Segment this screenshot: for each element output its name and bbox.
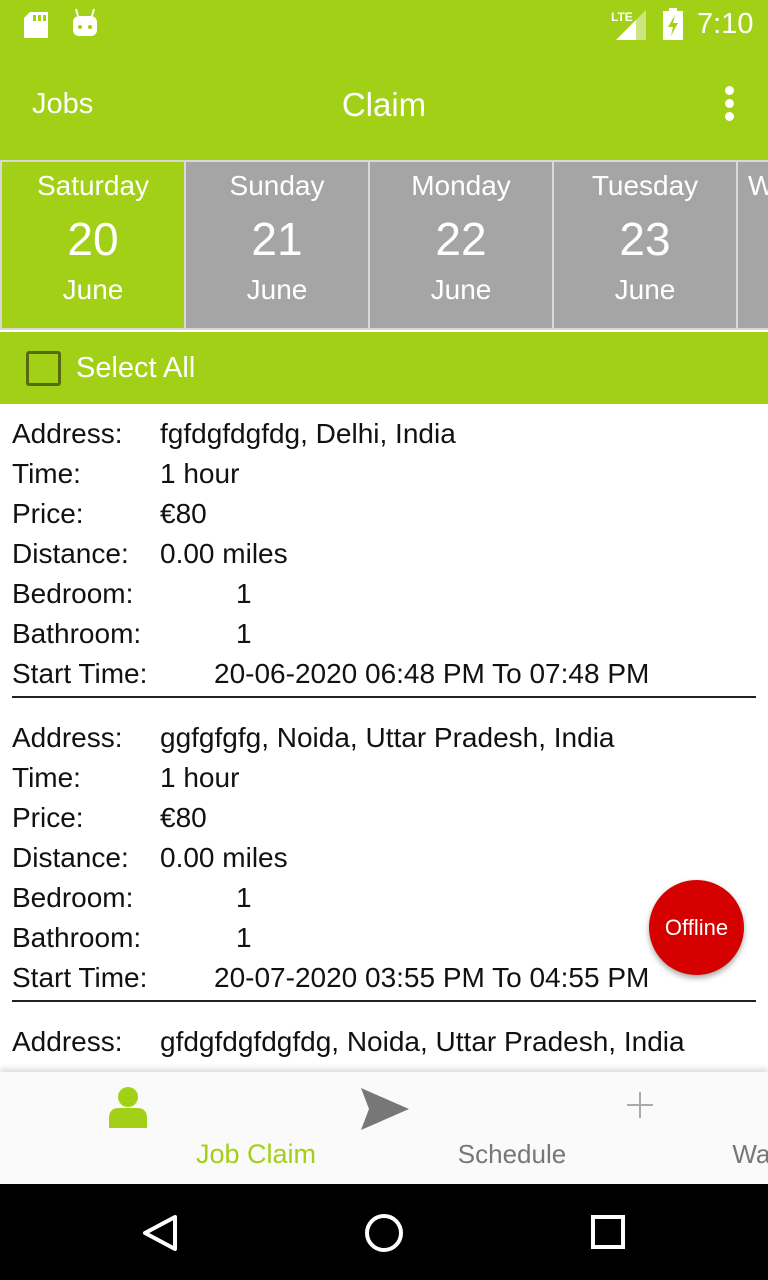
- clock: 7:10: [697, 8, 754, 40]
- label: Price:: [12, 498, 84, 529]
- start-time-value: 20-07-2020 03:55 PM To 04:55 PM: [214, 962, 650, 993]
- day-tab-saturday[interactable]: Saturday 20 June: [2, 162, 184, 328]
- price-value: €80: [160, 802, 207, 833]
- bedroom-value: 1: [236, 578, 252, 609]
- android-icon: [73, 8, 97, 36]
- bedroom-value: 1: [236, 882, 252, 913]
- job-card[interactable]: Address: gfdgfdgfdgfdg, Noida, Uttar Prad…: [12, 1012, 756, 1064]
- bottom-navigation: Job Claim Schedule Wallet: [0, 1072, 768, 1184]
- label: Bedroom:: [12, 882, 134, 913]
- day-tab-tuesday[interactable]: Tuesday 23 June: [554, 162, 736, 328]
- select-all-checkbox[interactable]: [26, 351, 61, 386]
- page-title: Claim: [341, 86, 427, 123]
- day-name: Saturday: [36, 170, 150, 201]
- jobs-button[interactable]: Jobs: [32, 88, 93, 121]
- day-date: 20: [67, 213, 119, 265]
- label: Time:: [12, 762, 81, 793]
- time-value: 1 hour: [160, 762, 240, 793]
- select-all-label: Select All: [76, 352, 196, 384]
- day-name: Monday: [411, 170, 511, 201]
- label: Price:: [12, 802, 84, 833]
- address-value: ggfgfgfg, Noida, Uttar Pradesh, India: [160, 722, 615, 753]
- signal-icon: [616, 10, 646, 40]
- day-tab-wednesday[interactable]: W: [738, 162, 768, 328]
- label: Distance:: [12, 538, 129, 569]
- recents-icon[interactable]: [591, 1215, 625, 1249]
- more-vert-icon[interactable]: [722, 86, 736, 126]
- distance-value: 0.00 miles: [160, 538, 288, 569]
- plus-icon: [627, 1092, 653, 1118]
- nav-schedule[interactable]: Schedule: [256, 1072, 566, 1184]
- day-month: June: [430, 274, 492, 305]
- day-name: Sunday: [229, 170, 325, 201]
- label: Bathroom:: [12, 618, 142, 649]
- home-icon[interactable]: [364, 1213, 404, 1253]
- job-card[interactable]: Address: ggfgfgfg, Noida, Uttar Pradesh, …: [12, 708, 756, 1002]
- label: Address:: [12, 1026, 123, 1057]
- nav-wallet[interactable]: Wallet: [512, 1072, 768, 1184]
- day-date: 21: [251, 213, 303, 265]
- day-name: W: [748, 170, 768, 201]
- system-navigation-bar: [0, 1184, 768, 1280]
- day-tabs[interactable]: Saturday 20 June Sunday 21 June Monday 22 June…: [0, 160, 768, 330]
- bathroom-value: 1: [236, 618, 252, 649]
- day-name: Tuesday: [591, 170, 699, 201]
- nav-job-claim[interactable]: Job Claim: [0, 1072, 316, 1184]
- address-value: fgfdgfdgfdg, Delhi, India: [160, 418, 456, 449]
- time-value: 1 hour: [160, 458, 240, 489]
- label: Start Time:: [12, 658, 148, 689]
- day-date: 22: [435, 213, 487, 265]
- day-tab-monday[interactable]: Monday 22 June: [370, 162, 552, 328]
- day-month: June: [614, 274, 676, 305]
- label: Address:: [12, 418, 123, 449]
- label: Bathroom:: [12, 922, 142, 953]
- app-bar: Jobs Claim: [0, 50, 768, 160]
- send-icon: [361, 1088, 409, 1130]
- battery-charging-icon: [663, 8, 683, 40]
- day-month: June: [246, 274, 308, 305]
- back-icon[interactable]: [142, 1214, 178, 1252]
- address-value: gfdgfdgfdgfdg, Noida, Uttar Pradesh, Ind…: [160, 1026, 685, 1057]
- status-bar: LTE 7:10: [0, 0, 768, 50]
- select-all-bar[interactable]: Select All: [0, 332, 768, 404]
- bathroom-value: 1: [236, 922, 252, 953]
- label: Bedroom:: [12, 578, 134, 609]
- label: Address:: [12, 722, 123, 753]
- day-date: 23: [619, 213, 671, 265]
- day-month: June: [62, 274, 124, 305]
- sd-card-icon: [24, 12, 48, 38]
- day-tab-sunday[interactable]: Sunday 21 June: [186, 162, 368, 328]
- price-value: €80: [160, 498, 207, 529]
- job-list[interactable]: Address: fgfdgfdgfdg, Delhi, India Time: 1…: [0, 404, 768, 1072]
- label: Distance:: [12, 842, 129, 873]
- person-icon: [109, 1087, 147, 1128]
- job-card[interactable]: Address: fgfdgfdgfdg, Delhi, India Time: 1…: [12, 404, 756, 698]
- distance-value: 0.00 miles: [160, 842, 288, 873]
- offline-button[interactable]: Offline: [649, 880, 744, 975]
- nav-label: Wallet: [732, 1139, 768, 1169]
- label: Start Time:: [12, 962, 148, 993]
- label: Time:: [12, 458, 81, 489]
- start-time-value: 20-06-2020 06:48 PM To 07:48 PM: [214, 658, 650, 689]
